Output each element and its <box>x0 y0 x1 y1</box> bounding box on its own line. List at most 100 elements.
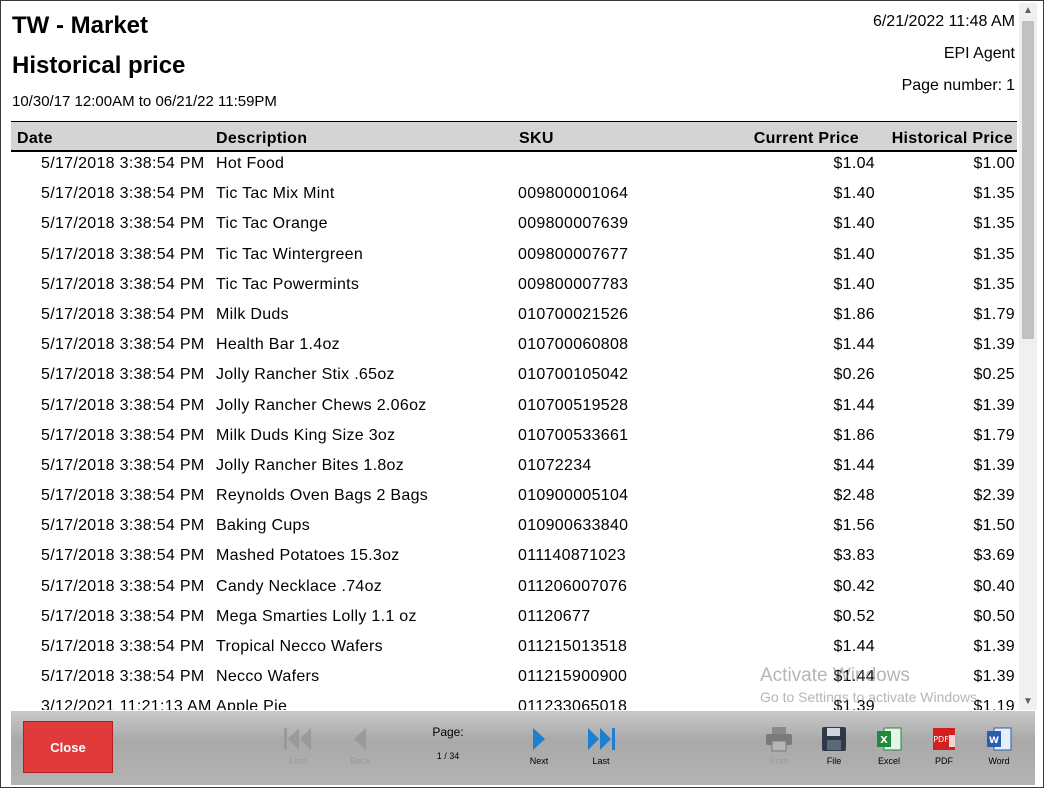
row-sku: 010700021526 <box>518 305 629 323</box>
row-date: 5/17/2018 3:38:54 PM <box>41 185 205 203</box>
next-page-icon <box>533 728 545 750</box>
row-description: Mega Smarties Lolly 1.1 oz <box>216 607 417 625</box>
watermark-title: Activate Windows <box>760 665 910 686</box>
row-sku: 010700533661 <box>518 426 629 444</box>
report-title: TW - Market <box>12 12 149 39</box>
scrollbar-thumb[interactable] <box>1022 21 1034 339</box>
row-description: Baking Cups <box>216 517 311 535</box>
row-description: Mashed Potatoes 15.3oz <box>216 547 400 565</box>
row-date: 3/12/2021 11:21:13 AM <box>41 698 212 710</box>
row-current-price: $0.42 <box>833 577 875 595</box>
scroll-up-icon[interactable]: ▲ <box>1019 3 1037 19</box>
row-sku: 010700060808 <box>518 336 629 354</box>
table-row: 5/17/2018 3:38:54 PM Jolly Rancher Chews … <box>3 395 1019 425</box>
table-row: 5/17/2018 3:38:54 PM Tic Tac Mix Mint 0098… <box>3 183 1019 213</box>
table-row: 5/17/2018 3:38:54 PM Tic Tac Orange 009800… <box>3 213 1019 243</box>
row-date: 5/17/2018 3:38:54 PM <box>41 245 205 263</box>
row-sku: 009800001064 <box>518 185 629 203</box>
row-sku: 011233065018 <box>518 698 628 710</box>
row-description: Milk Duds <box>216 305 289 323</box>
row-sku: 011206007076 <box>518 577 628 595</box>
row-sku: 01072234 <box>518 456 592 474</box>
row-date: 5/17/2018 3:38:54 PM <box>41 487 205 505</box>
page-count: 1 / 34 <box>436 751 460 761</box>
row-current-price: $0.52 <box>833 607 875 625</box>
table-row: 5/17/2018 3:38:54 PM Mega Smarties Lolly … <box>3 606 1019 636</box>
scroll-down-icon[interactable]: ▼ <box>1019 694 1037 710</box>
table-row: 5/17/2018 3:38:54 PM Reynolds Oven Bags 2… <box>3 485 1019 515</box>
column-header-historical-price: Historical Price <box>891 130 1013 147</box>
row-sku: 009800007639 <box>518 215 629 233</box>
row-description: Tic Tac Orange <box>216 215 328 233</box>
pdf-icon: PDF <box>933 728 955 750</box>
row-sku: 010900005104 <box>518 487 629 505</box>
row-current-price: $3.83 <box>833 547 875 565</box>
file-label: File <box>826 756 842 766</box>
print-label: Print <box>769 756 789 766</box>
row-description: Tic Tac Wintergreen <box>216 245 364 263</box>
row-description: Hot Food <box>216 155 285 172</box>
page-indicator: Page: 1 / 34 <box>423 725 473 761</box>
row-sku: 01120677 <box>518 607 591 625</box>
table-row: 5/17/2018 3:38:54 PM Tic Tac Powermints 00… <box>3 274 1019 304</box>
last-page-icon <box>588 728 615 750</box>
table-header: Date Description SKU Current Price Histo… <box>11 121 1017 152</box>
column-header-date: Date <box>17 130 53 147</box>
row-sku: 010700105042 <box>518 366 629 384</box>
row-current-price: $1.04 <box>833 155 875 172</box>
row-historical-price: $1.39 <box>973 456 1015 474</box>
first-page-label: First <box>289 756 307 766</box>
word-icon: W <box>987 727 1012 751</box>
table-row: 5/17/2018 3:38:54 PM Milk Duds King Size … <box>3 425 1019 455</box>
last-page-button[interactable]: Last <box>579 725 623 766</box>
row-current-price: $0.26 <box>833 366 875 384</box>
table-row: 5/17/2018 3:38:54 PM Jolly Rancher Stix .… <box>3 364 1019 394</box>
row-sku: 010700519528 <box>518 396 629 414</box>
table-row: 5/17/2018 3:38:54 PM Tropical Necco Wafer… <box>3 636 1019 666</box>
file-button[interactable]: File <box>812 725 856 766</box>
row-date: 5/17/2018 3:38:54 PM <box>41 607 205 625</box>
row-date: 5/17/2018 3:38:54 PM <box>41 396 205 414</box>
row-date: 5/17/2018 3:38:54 PM <box>41 336 205 354</box>
printed-timestamp: 6/21/2022 11:48 AM <box>872 13 1015 30</box>
row-historical-price: $1.39 <box>973 336 1015 354</box>
row-current-price: $1.40 <box>833 215 875 233</box>
close-button[interactable]: Close <box>23 721 113 773</box>
row-sku: 010900633840 <box>518 517 629 535</box>
row-date: 5/17/2018 3:38:54 PM <box>41 366 205 384</box>
svg-text:X: X <box>880 735 888 746</box>
next-page-label: Next <box>529 756 549 766</box>
row-sku: 011215900900 <box>518 668 628 686</box>
row-date: 5/17/2018 3:38:54 PM <box>41 638 205 655</box>
row-historical-price: $1.35 <box>973 275 1015 293</box>
row-current-price: $1.40 <box>833 245 875 263</box>
table-row: 5/17/2018 3:38:54 PM Candy Necklace .74oz… <box>3 576 1019 606</box>
table-row: 5/17/2018 3:38:54 PM Jolly Rancher Bites … <box>3 455 1019 485</box>
date-range: 10/30/17 12:00AM to 06/21/22 11:59PM <box>12 93 277 110</box>
row-date: 5/17/2018 3:38:54 PM <box>41 275 205 293</box>
word-export-button[interactable]: W Word <box>977 725 1021 766</box>
vertical-scrollbar[interactable]: ▲ ▼ <box>1019 3 1037 710</box>
next-page-button[interactable]: Next <box>517 725 561 766</box>
excel-export-button[interactable]: X Excel <box>867 725 911 766</box>
row-historical-price: $0.50 <box>973 607 1015 625</box>
last-page-label: Last <box>592 756 610 766</box>
row-date: 5/17/2018 3:38:54 PM <box>41 517 205 535</box>
row-historical-price: $1.39 <box>973 638 1015 655</box>
pdf-export-button[interactable]: PDF PDF <box>922 725 966 766</box>
row-description: Necco Wafers <box>216 668 320 686</box>
save-disk-icon <box>822 727 846 751</box>
row-historical-price: $1.79 <box>973 305 1015 323</box>
row-date: 5/17/2018 3:38:54 PM <box>41 305 205 323</box>
row-sku: 011140871023 <box>518 547 627 565</box>
row-current-price: $2.48 <box>833 487 875 505</box>
previous-page-button[interactable]: Back <box>338 725 382 766</box>
first-page-button[interactable]: First <box>276 725 320 766</box>
row-sku: 009800007677 <box>518 245 629 263</box>
print-button[interactable]: Print <box>757 725 801 766</box>
page-indicator-label: Page: <box>432 725 464 739</box>
row-historical-price: $1.39 <box>973 396 1015 414</box>
row-date: 5/17/2018 3:38:54 PM <box>41 577 205 595</box>
row-date: 5/17/2018 3:38:54 PM <box>41 215 205 233</box>
row-date: 5/17/2018 3:38:54 PM <box>41 668 205 686</box>
